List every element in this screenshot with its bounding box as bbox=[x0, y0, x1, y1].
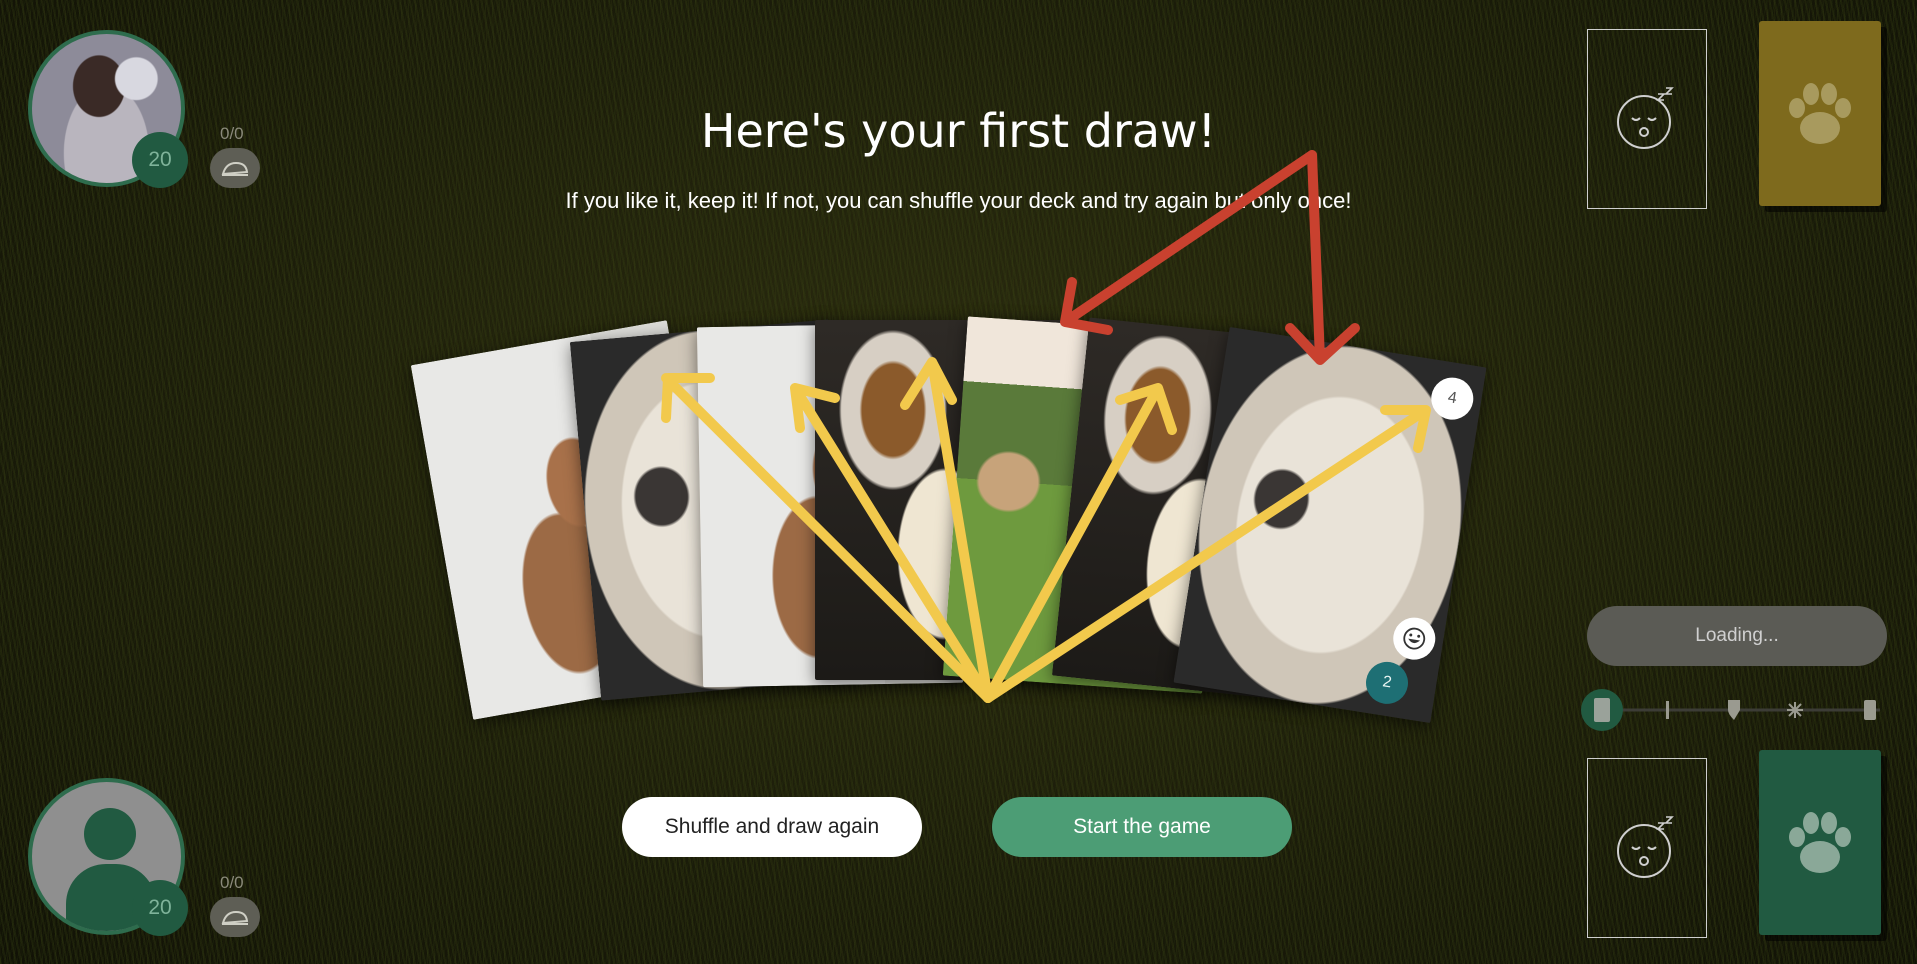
start-game-button[interactable]: Start the game bbox=[992, 797, 1292, 857]
shield-phase-icon bbox=[1728, 700, 1740, 720]
player-deck[interactable] bbox=[1759, 750, 1881, 935]
red-arrow-1 bbox=[1060, 150, 1317, 335]
player-discard-pile[interactable] bbox=[1587, 758, 1707, 938]
red-arrow-2 bbox=[1285, 150, 1360, 365]
person-silhouette-icon bbox=[84, 808, 136, 860]
opponent-feed-icon bbox=[210, 897, 260, 937]
deck-phase-icon bbox=[1594, 698, 1610, 722]
burst-phase-icon bbox=[1787, 702, 1803, 718]
sleeping-face-icon bbox=[1617, 816, 1674, 878]
end-phase-icon bbox=[1864, 700, 1876, 720]
sleeping-face-icon bbox=[1617, 87, 1674, 149]
opponent-feed-count: 0/0 bbox=[220, 873, 244, 892]
turn-phase-track bbox=[1581, 689, 1880, 731]
hand-card-7[interactable]: 4 2 bbox=[1173, 326, 1487, 724]
opponent-discard-pile[interactable] bbox=[1587, 29, 1707, 209]
paw-icon bbox=[1789, 82, 1851, 144]
opponent-deck[interactable] bbox=[1759, 21, 1881, 206]
line-phase-icon bbox=[1666, 701, 1669, 719]
loading-status: Loading... bbox=[1587, 606, 1887, 666]
paw-icon bbox=[1789, 811, 1851, 873]
shuffle-and-draw-again-button[interactable]: Shuffle and draw again bbox=[622, 797, 922, 857]
opponent-life-counter: 20 bbox=[132, 880, 188, 936]
